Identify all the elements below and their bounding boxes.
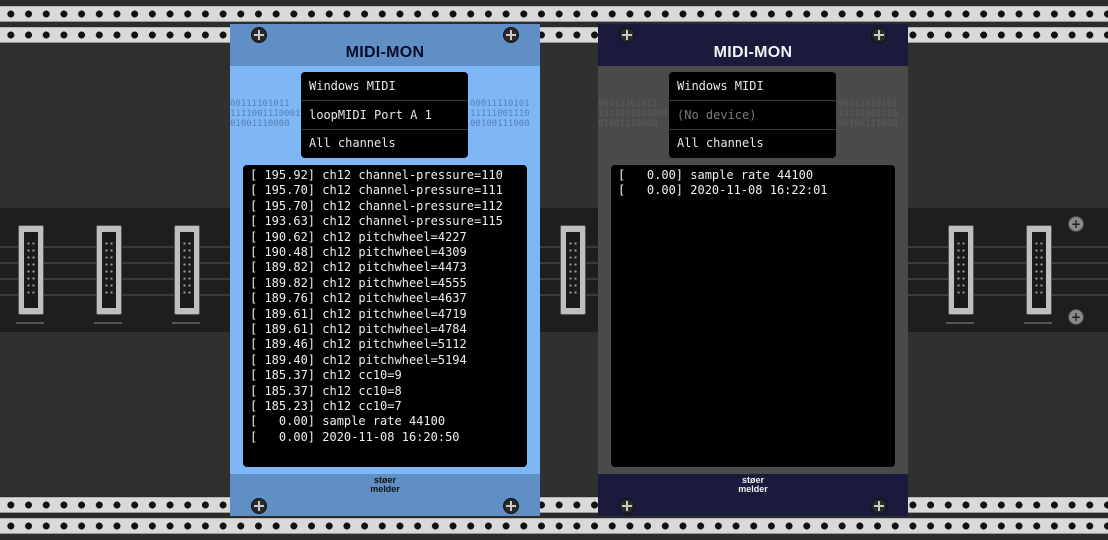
screw-icon (251, 27, 267, 43)
midi-selector: Windows MIDI (No device) All channels (669, 72, 836, 158)
log-line: [ 195.70] ch12 channel-pressure=112 (250, 198, 503, 213)
driver-select[interactable]: Windows MIDI (301, 72, 468, 100)
connector-base (1024, 322, 1052, 324)
screw-icon (871, 498, 887, 514)
rack-rail-top-1 (0, 6, 1108, 22)
ribbon-connector (948, 225, 974, 315)
ribbon-connector (1026, 225, 1052, 315)
connector-base (172, 322, 200, 324)
log-line: [ 189.46] ch12 pitchwheel=5112 (250, 337, 467, 352)
screw-icon (503, 27, 519, 43)
module-band (0, 208, 1108, 332)
midi-log-display[interactable]: [ 195.92] ch12 channel-pressure=110[ 195… (243, 165, 527, 467)
log-line: [ 189.82] ch12 pitchwheel=4555 (250, 275, 467, 290)
log-line: [ 0.00] sample rate 44100 (618, 168, 814, 182)
midi-selector: Windows MIDI loopMIDI Port A 1 All chann… (301, 72, 468, 158)
log-line: [ 0.00] 2020-11-08 16:20:50 (250, 429, 460, 444)
log-line: [ 195.92] ch12 channel-pressure=110 (250, 168, 503, 182)
screw-icon (619, 27, 635, 43)
rack-rail-bottom-1 (0, 497, 1108, 513)
ribbon-connector (96, 225, 122, 315)
log-line: [ 190.62] ch12 pitchwheel=4227 (250, 229, 467, 244)
log-line: [ 189.76] ch12 pitchwheel=4637 (250, 291, 467, 306)
band-line (0, 246, 1108, 248)
log-line: [ 185.37] ch12 cc10=8 (250, 383, 402, 398)
ribbon-connector (174, 225, 200, 315)
log-line: [ 185.37] ch12 cc10=9 (250, 368, 402, 383)
midi-mon-module: MIDI-MON 00111101011 1111001110001 01001… (598, 24, 908, 516)
log-line: [ 189.61] ch12 pitchwheel=4784 (250, 322, 467, 336)
brand-logo: støer melder (230, 476, 540, 494)
log-line: [ 195.70] ch12 channel-pressure=111 (250, 183, 503, 198)
brand-logo: støer melder (598, 476, 908, 494)
rack-rail-top-2 (0, 27, 1108, 43)
screw-icon (619, 498, 635, 514)
device-select[interactable]: (No device) (669, 101, 836, 129)
brand-bottom: melder (370, 484, 400, 494)
connector-base (16, 322, 44, 324)
driver-select[interactable]: Windows MIDI (669, 72, 836, 100)
screw-icon (251, 498, 267, 514)
module-title: MIDI-MON (713, 44, 793, 61)
log-line: [ 189.61] ch12 pitchwheel=4719 (250, 306, 467, 321)
ribbon-connector (18, 225, 44, 315)
binary-decoration-left: 00111101011 1111001110001 01001110000 (598, 99, 668, 129)
screw-icon (503, 498, 519, 514)
log-line: [ 185.23] ch12 cc10=7 (250, 399, 402, 413)
band-line (0, 278, 1108, 280)
binary-decoration-right: 00011110101 11111001110 00100111000 (470, 99, 530, 129)
band-line (0, 294, 1108, 296)
midi-mon-module: MIDI-MON 00111101011 1111001110001 01001… (230, 24, 540, 516)
rack-rail-bottom-2 (0, 518, 1108, 534)
ribbon-connector (560, 225, 586, 315)
log-line: [ 190.48] ch12 pitchwheel=4309 (250, 245, 467, 259)
connector-base (946, 322, 974, 324)
screw-icon: + (1068, 309, 1084, 325)
module-title: MIDI-MON (345, 44, 425, 61)
midi-log-display[interactable]: [ 0.00] sample rate 44100[ 0.00] 2020-11… (611, 165, 895, 467)
binary-decoration-left: 00111101011 1111001110001 01001110000 (230, 99, 300, 129)
channel-select[interactable]: All channels (669, 129, 836, 157)
connector-base (94, 322, 122, 324)
device-select[interactable]: loopMIDI Port A 1 (301, 101, 468, 129)
screw-icon (871, 27, 887, 43)
screw-icon: + (1068, 216, 1084, 232)
log-line: [ 189.82] ch12 pitchwheel=4473 (250, 260, 467, 275)
channel-select[interactable]: All channels (301, 129, 468, 157)
log-line: [ 193.63] ch12 channel-pressure=115 (250, 214, 503, 229)
band-line (0, 262, 1108, 264)
log-line: [ 0.00] sample rate 44100 (250, 414, 446, 429)
binary-decoration-right: 00011110101 11111001110 00100111000 (838, 99, 898, 129)
log-line: [ 189.40] ch12 pitchwheel=5194 (250, 352, 467, 367)
log-line: [ 0.00] 2020-11-08 16:22:01 (618, 183, 828, 198)
brand-bottom: melder (738, 484, 768, 494)
